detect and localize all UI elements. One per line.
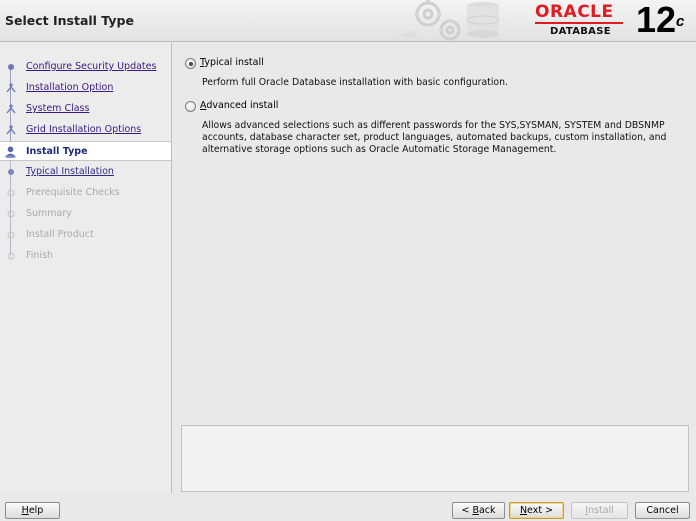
step-disabled-icon	[7, 231, 15, 239]
step-person-icon	[6, 125, 16, 135]
step-current-icon	[5, 146, 16, 158]
step-navigator: Configure Security Updates Installation …	[0, 43, 172, 493]
logo-underline	[535, 22, 623, 24]
advanced-install-description: Allows advanced selections such as diffe…	[202, 120, 666, 156]
install-label: nstall	[588, 505, 614, 516]
typical-install-description: Perform full Oracle Database installatio…	[202, 77, 508, 88]
install-button: Install	[571, 502, 628, 519]
next-label: ext >	[527, 505, 554, 516]
advanced-description-line: Allows advanced selections such as diffe…	[202, 120, 665, 131]
step-person-icon	[6, 83, 16, 93]
nav-step-label: System Class	[26, 103, 90, 114]
oracle-logo-sub: DATABASE	[550, 26, 611, 37]
next-mnemonic: N	[519, 505, 528, 516]
nav-step-typical-installation[interactable]: Typical Installation	[0, 162, 171, 182]
help-button[interactable]: Help	[5, 502, 60, 519]
button-bar: Help < Back Next > Install Cancel	[0, 493, 696, 521]
nav-step-label: Finish	[26, 250, 54, 261]
help-label: elp	[28, 505, 44, 516]
cancel-label: Cancel	[646, 505, 679, 516]
step-pending-icon	[8, 169, 14, 175]
nav-step-configure-security-updates[interactable]: Configure Security Updates	[0, 57, 171, 77]
advanced-install-label[interactable]: Advanced install	[200, 100, 278, 111]
nav-step-prerequisite-checks: Prerequisite Checks	[0, 183, 171, 203]
step-disabled-icon	[7, 252, 15, 260]
nav-step-installation-option[interactable]: Installation Option	[0, 78, 171, 98]
step-person-icon	[6, 104, 16, 114]
step-disabled-icon	[7, 210, 15, 218]
oracle-database-logo: ORACLE DATABASE	[535, 3, 631, 39]
back-prefix: <	[461, 505, 473, 516]
help-mnemonic: H	[21, 505, 29, 516]
typical-install-radio[interactable]	[185, 58, 196, 69]
nav-step-label: Installation Option	[26, 82, 114, 93]
nav-step-install-product: Install Product	[0, 225, 171, 245]
nav-step-grid-installation-options[interactable]: Grid Installation Options	[0, 120, 171, 140]
advanced-description-line: accounts, database character set, produc…	[202, 132, 667, 143]
back-button[interactable]: < Back	[452, 502, 505, 519]
gears-graphic-icon	[396, 0, 500, 41]
back-label: ack	[478, 505, 496, 516]
nav-step-label: Typical Installation	[26, 166, 114, 177]
nav-step-summary: Summary	[0, 204, 171, 224]
typical-install-label-text: ypical install	[204, 57, 264, 68]
step-disabled-icon	[7, 189, 15, 197]
nav-step-label: Grid Installation Options	[26, 124, 142, 135]
step-done-icon	[8, 64, 14, 70]
version-number: 12	[636, 0, 677, 40]
oracle-logo-word: ORACLE	[535, 2, 614, 22]
advanced-install-radio[interactable]	[185, 101, 196, 112]
typical-install-label[interactable]: Typical install	[200, 57, 264, 68]
nav-step-label: Summary	[26, 208, 72, 219]
cancel-button[interactable]: Cancel	[635, 502, 690, 519]
nav-step-label: Install Product	[26, 229, 94, 240]
main-panel: Typical install Perform full Oracle Data…	[173, 43, 696, 493]
advanced-description-line: alternative storage options such as Orac…	[202, 144, 557, 155]
advanced-install-label-text: dvanced install	[206, 100, 279, 111]
nav-step-label: Prerequisite Checks	[26, 187, 120, 198]
page-title: Select Install Type	[5, 13, 134, 28]
message-area	[181, 425, 689, 492]
version-badge: 12c	[636, 0, 684, 40]
nav-step-install-type[interactable]: Install Type	[0, 141, 171, 161]
header-banner: Select Install Type ORACLE DATABASE 12c	[0, 0, 696, 42]
nav-step-system-class[interactable]: System Class	[0, 99, 171, 119]
nav-step-label: Install Type	[26, 146, 88, 157]
nav-step-label: Configure Security Updates	[26, 61, 157, 72]
next-button[interactable]: Next >	[509, 502, 564, 519]
nav-step-finish: Finish	[0, 246, 171, 266]
version-suffix: c	[676, 13, 685, 30]
